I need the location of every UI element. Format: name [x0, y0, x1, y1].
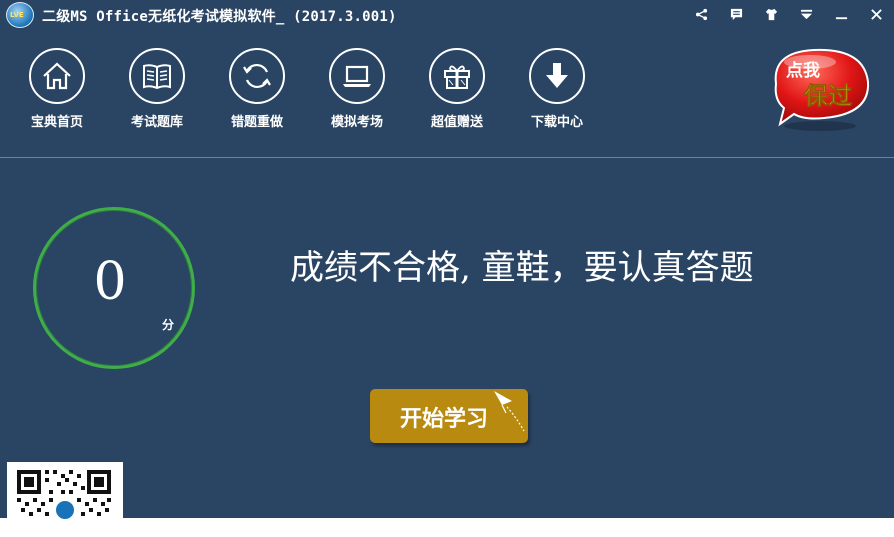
badge-line1: 点我: [786, 60, 820, 81]
start-learning-button[interactable]: 开始学习: [370, 389, 528, 443]
toolbar-item-mock-exam-label: 模拟考场: [330, 115, 383, 130]
result-message: 成绩不合格, 童鞋，要认真答题: [290, 248, 754, 288]
minimize-button[interactable]: [824, 0, 859, 28]
toolbar-item-redo-mistakes-ring: [229, 48, 285, 104]
toolbar-item-download-center-ring: [529, 48, 585, 104]
window-controls: [684, 0, 894, 28]
home-icon: [43, 62, 71, 90]
start-learning-label: 开始学习: [400, 407, 489, 432]
share-icon: [695, 8, 708, 20]
qr-code-icon: [7, 462, 123, 522]
minimize-icon: [835, 16, 848, 19]
share-button[interactable]: [684, 0, 719, 28]
paper-plane-icon: [494, 391, 525, 432]
toolbar-item-question-bank-ring: [129, 48, 185, 104]
menu-dropdown-icon: [800, 9, 813, 19]
toolbar-item-redo-mistakes[interactable]: 错题重做: [217, 48, 297, 130]
toolbar-item-gifts[interactable]: 超值赠送: [417, 48, 497, 130]
skin-button[interactable]: [754, 0, 789, 28]
toolbar-item-download-center[interactable]: 下载中心: [517, 48, 597, 130]
badge-line2: 保过: [803, 82, 852, 110]
close-icon: [871, 8, 882, 20]
gift-icon: [444, 65, 470, 89]
toolbar-item-mock-exam[interactable]: 模拟考场: [317, 48, 397, 130]
toolbar-divider: [0, 157, 894, 158]
toolbar-item-home-ring: [29, 48, 85, 104]
toolbar-item-gifts-label: 超值赠送: [430, 115, 483, 130]
score-value: 0: [93, 252, 127, 312]
toolbar-item-question-bank[interactable]: 考试题库: [117, 48, 197, 130]
toolbar-item-download-center-label: 下载中心: [530, 115, 583, 130]
skin-icon: [765, 8, 778, 20]
download-icon: [546, 63, 568, 88]
book-icon: [143, 64, 171, 90]
score-unit: 分: [162, 318, 175, 332]
message-button[interactable]: [719, 0, 754, 28]
window-title: 二级MS Office无纸化考试模拟软件_ (2017.3.001): [42, 9, 397, 25]
toolbar-item-gifts-ring: [429, 48, 485, 104]
menu-dropdown-button[interactable]: [789, 0, 824, 28]
message-icon: [730, 8, 743, 20]
toolbar-item-mock-exam-ring: [329, 48, 385, 104]
badge-bubble-icon: 点我 保过: [774, 48, 870, 131]
refresh-icon: [243, 63, 271, 89]
app-logo-text: LVE: [10, 11, 24, 19]
close-button[interactable]: [859, 0, 894, 28]
main-window: LVE 二级MS Office无纸化考试模拟软件_ (2017.3.001) 宝…: [0, 0, 894, 518]
guaranteed-pass-badge[interactable]: 点我 保过: [766, 44, 872, 132]
title-bar[interactable]: LVE 二级MS Office无纸化考试模拟软件_ (2017.3.001): [0, 0, 894, 30]
toolbar-item-question-bank-label: 考试题库: [130, 115, 183, 130]
app-logo-icon: LVE: [6, 2, 34, 28]
toolbar-item-redo-mistakes-label: 错题重做: [230, 115, 283, 130]
laptop-icon: [343, 65, 371, 87]
qr-code: [7, 462, 123, 522]
toolbar-item-home[interactable]: 宝典首页: [17, 48, 97, 130]
toolbar-item-home-label: 宝典首页: [30, 115, 83, 130]
